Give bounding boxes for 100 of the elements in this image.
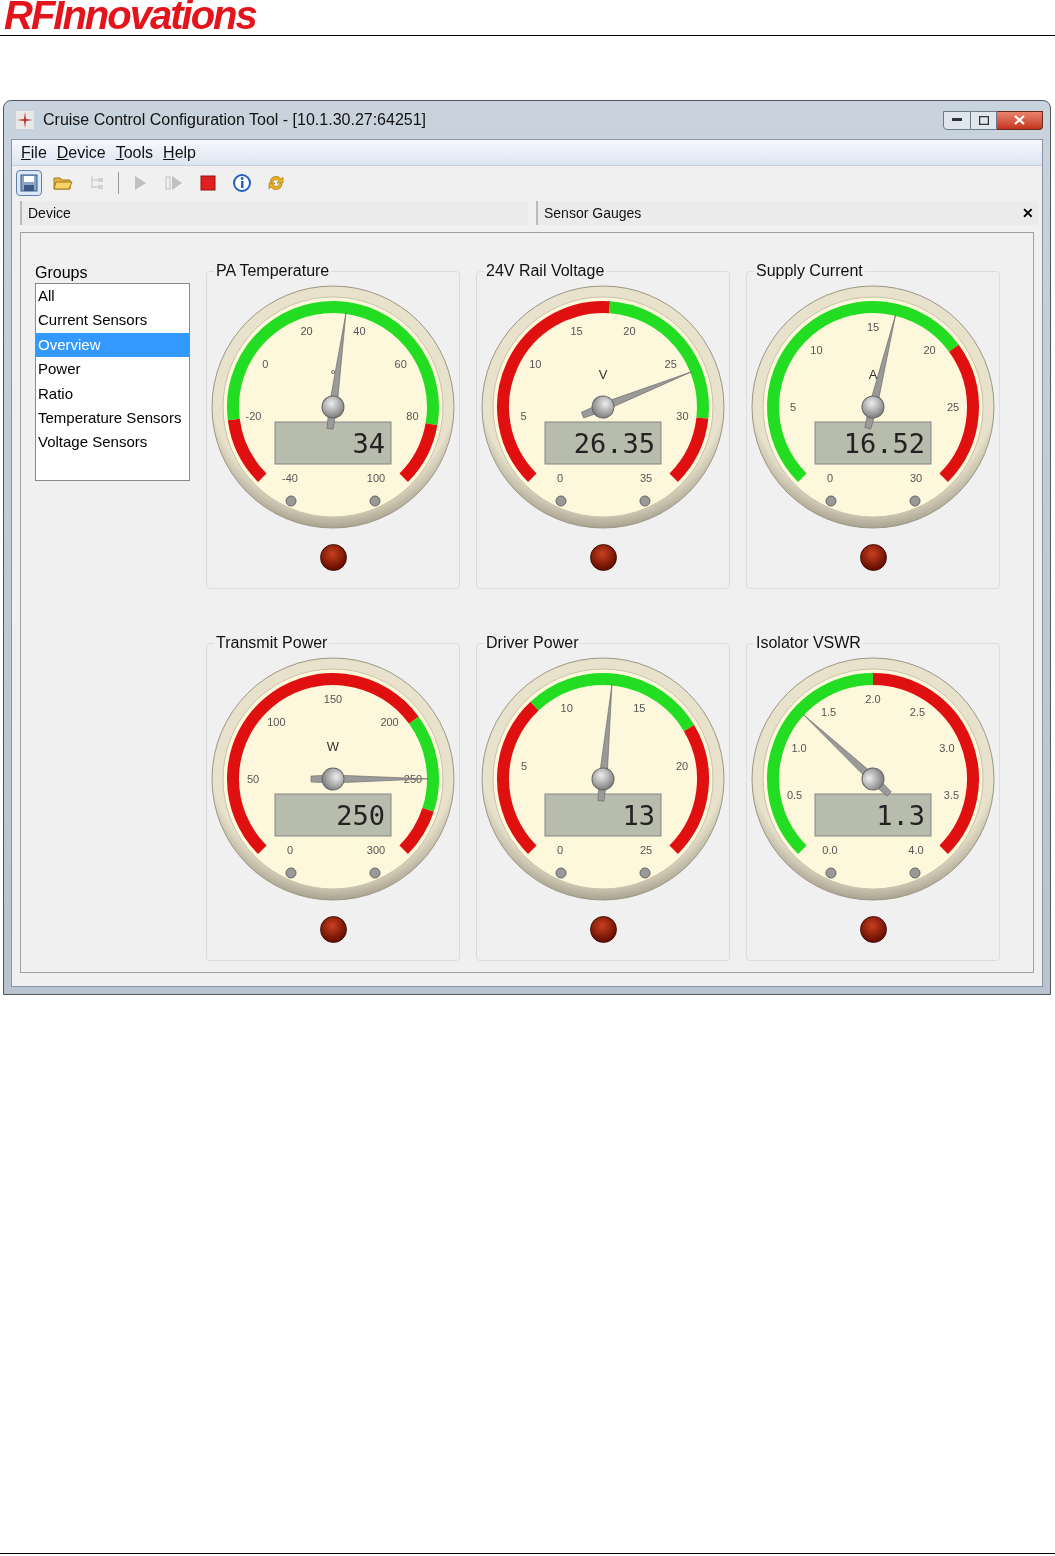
maximize-icon	[978, 115, 989, 125]
scale-label: 100	[267, 716, 286, 729]
group-item[interactable]: Power	[36, 357, 189, 382]
info-icon	[232, 173, 252, 193]
scale-label: 3.0	[939, 742, 955, 755]
scale-label: 10	[810, 344, 823, 357]
scale-label: 0	[826, 472, 834, 484]
unit-label: V	[598, 367, 608, 382]
stop-icon	[198, 173, 218, 193]
scale-label: 40	[353, 325, 366, 338]
screw-icon	[555, 867, 567, 879]
view-header[interactable]: Sensor Gauges ✕	[536, 201, 1038, 225]
minimize-button[interactable]	[943, 110, 971, 130]
view-header[interactable]: Device	[20, 201, 528, 225]
close-icon	[1014, 115, 1025, 125]
save-icon	[19, 173, 39, 193]
scale-label: 10	[560, 701, 573, 714]
app-icon	[15, 110, 35, 130]
scale-label: 0.5	[786, 788, 803, 801]
scale-label: 0	[556, 844, 564, 856]
group-item[interactable]: Current Sensors	[36, 308, 189, 333]
scale-label: 0	[286, 844, 294, 856]
screw-icon	[639, 495, 651, 507]
scale-label: 60	[394, 358, 407, 371]
scale-label: 10	[529, 358, 542, 371]
scale-label: 25	[639, 844, 653, 856]
groups-label: Groups	[35, 263, 89, 283]
lcd-display: 1.3	[814, 793, 932, 837]
gauge-title: 24V Rail Voltage	[484, 261, 607, 281]
indicator-lamp	[859, 916, 887, 943]
screw-icon	[909, 495, 921, 507]
scale-label: 0	[556, 472, 564, 484]
scale-label: 30	[909, 472, 923, 484]
indicator-lamp	[589, 544, 617, 571]
indicator-lamp	[859, 544, 887, 571]
scale-label: 1.5	[820, 706, 837, 719]
screw-icon	[639, 867, 651, 879]
scale-label: 2.0	[865, 693, 881, 705]
scale-label: 0.0	[822, 844, 838, 856]
scale-label: 3.5	[943, 788, 960, 801]
scale-label: 30	[676, 409, 689, 422]
menu-item[interactable]: Help	[163, 140, 196, 165]
screw-icon	[285, 867, 297, 879]
scale-label: 35	[639, 472, 653, 484]
scale-label: 25	[946, 401, 960, 413]
scale-label: -20	[245, 409, 262, 422]
group-item[interactable]: Voltage Sensors	[36, 430, 189, 455]
indicator-lamp	[589, 916, 617, 943]
menu-item[interactable]: File	[21, 140, 47, 165]
lcd-display: 26.35	[544, 421, 662, 465]
screw-icon	[285, 495, 297, 507]
screw-icon	[555, 495, 567, 507]
lcd-display: 13	[544, 793, 662, 837]
scale-label: 20	[300, 325, 313, 338]
scale-label: 150	[323, 693, 343, 705]
logo: RFInnovations	[4, 0, 256, 35]
unit-label: W	[326, 739, 340, 754]
screw-icon	[369, 495, 381, 507]
lcd-display: 16.52	[814, 421, 932, 465]
screw-icon	[369, 867, 381, 879]
maximize-button[interactable]	[971, 110, 997, 130]
scale-label: 15	[570, 325, 583, 338]
scale-label: 80	[406, 409, 419, 422]
gauge-title: PA Temperature	[214, 261, 332, 281]
unit-label: A	[868, 367, 878, 382]
indicator-lamp	[319, 544, 347, 571]
scale-label: 15	[866, 321, 880, 333]
scale-label: 15	[633, 701, 646, 714]
scale-label: 5	[789, 401, 797, 413]
scale-label: 50	[246, 773, 260, 785]
window-title: Cruise Control Configuration Tool - [10.1.30.27:64251]	[43, 110, 427, 130]
close-view-button[interactable]: ✕	[1022, 202, 1034, 224]
scale-label: 5	[520, 760, 528, 773]
group-item[interactable]: Ratio	[36, 381, 189, 406]
scale-label: 4.0	[908, 844, 924, 856]
lcd-display: 250	[274, 793, 392, 837]
gauge-title: Supply Current	[754, 261, 865, 281]
screw-icon	[909, 867, 921, 879]
scale-label: -40	[282, 472, 298, 484]
unit-label: °	[330, 367, 336, 382]
view-title: Sensor Gauges	[544, 203, 642, 223]
menu-item[interactable]: Tools	[115, 140, 154, 165]
close-button[interactable]	[997, 110, 1043, 130]
scale-label: 5	[520, 409, 527, 422]
scale-label: 100	[366, 472, 386, 484]
scale-label: 300	[366, 844, 386, 856]
group-item[interactable]: All	[36, 284, 189, 309]
view-title: Device	[28, 203, 71, 223]
toolbar-button[interactable]	[16, 170, 42, 196]
menu-item[interactable]: Device	[56, 140, 106, 165]
scale-label: 20	[623, 325, 636, 338]
scale-label: 0	[262, 358, 269, 371]
screw-icon	[825, 867, 837, 879]
minimize-icon	[952, 118, 962, 122]
group-item[interactable]: Temperature Sensors	[36, 405, 189, 431]
scale-label: 1.0	[791, 742, 807, 755]
lcd-display: 34	[274, 421, 392, 465]
indicator-lamp	[319, 916, 347, 943]
scale-label: 25	[664, 358, 677, 371]
step-icon	[164, 173, 184, 193]
